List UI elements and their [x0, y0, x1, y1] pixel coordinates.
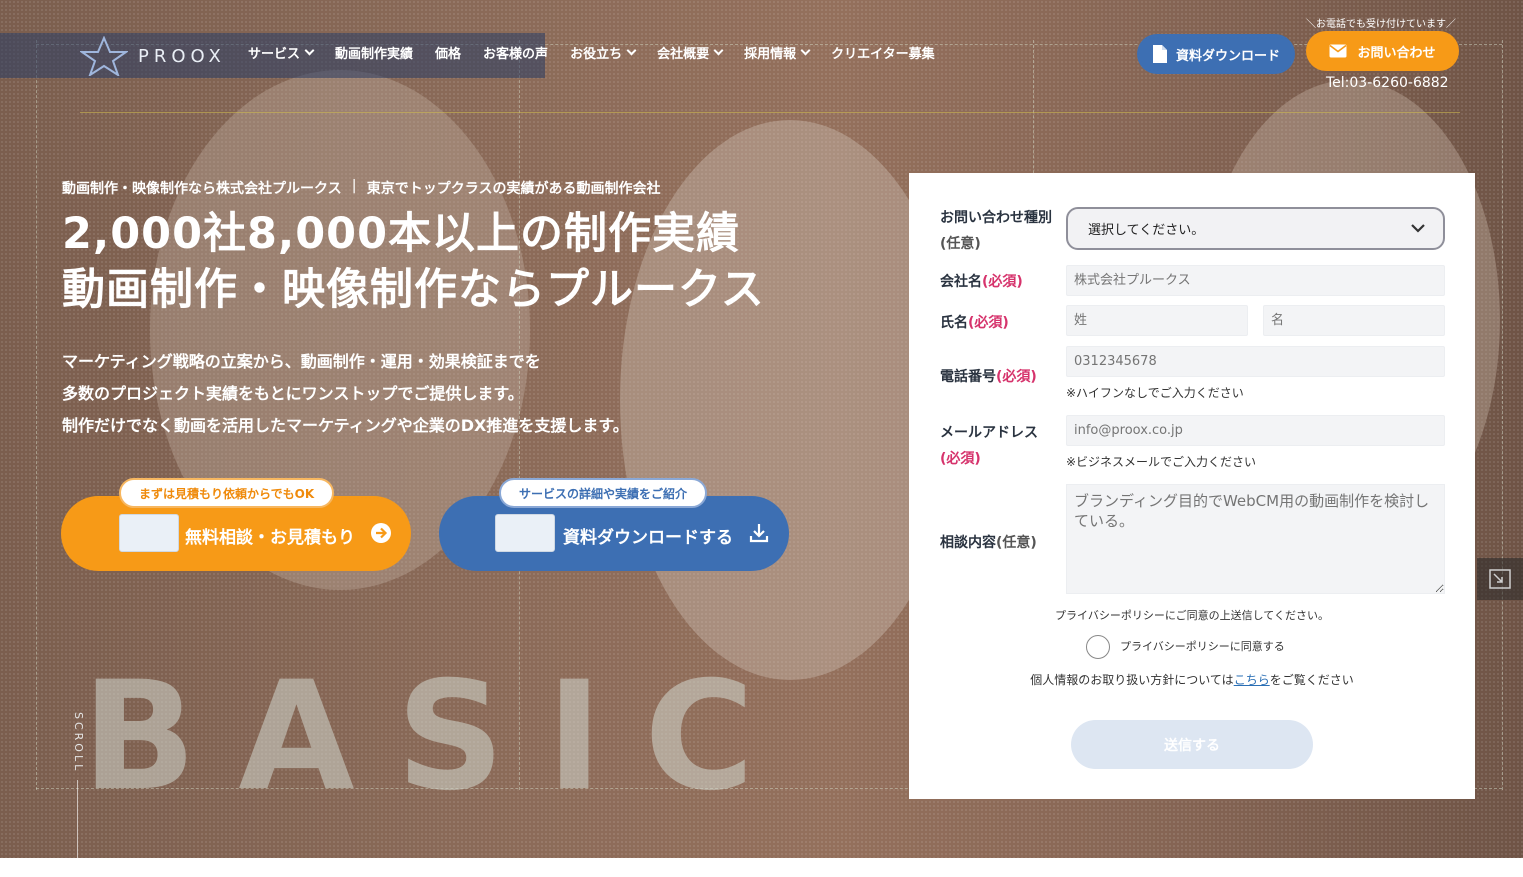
- hero-lead: マーケティング戦略の立案から、動画制作・運用・効果検証までを 多数のプロジェクト…: [62, 346, 629, 442]
- doc-cta-label: 資料ダウンロードする: [563, 528, 733, 548]
- name-label: 氏名(必須): [940, 312, 1009, 332]
- nav-item-label: 動画制作実績: [335, 46, 414, 62]
- message-label-text: 相談内容: [940, 535, 996, 551]
- nav-item-label: サービス: [248, 46, 301, 62]
- policy-line: 個人情報のお取り扱い方針についてはこちらをご覧ください: [909, 671, 1475, 688]
- nav-item-label: クリエイター募集: [831, 46, 935, 62]
- nav-item-works[interactable]: 動画制作実績: [335, 42, 413, 62]
- header-divider: [80, 112, 1460, 113]
- nav-item-label: 採用情報: [744, 46, 797, 62]
- privacy-agree-checkbox[interactable]: [1086, 635, 1110, 659]
- nav-item-label: お客様の声: [483, 46, 549, 62]
- nav-item-service[interactable]: サービス: [248, 42, 315, 62]
- download-icon: [749, 524, 769, 543]
- first-name-input[interactable]: [1263, 305, 1445, 336]
- arrow-right-circle-icon: [371, 523, 391, 543]
- chevron-down-icon: [713, 45, 724, 55]
- lead-line-3: 制作だけでなく動画を活用したマーケティングや企業のDX推進を支援します。: [62, 416, 629, 435]
- optional-mark: (任意): [996, 535, 1037, 551]
- company-label: 会社名(必須): [940, 271, 1023, 291]
- chevron-down-icon: [626, 45, 637, 55]
- eyebrow-left: 動画制作・映像制作なら株式会社プルークス: [62, 181, 342, 197]
- phone-note: ※ハイフンなしでご入力ください: [1066, 386, 1244, 400]
- policy-link[interactable]: こちら: [1234, 673, 1270, 687]
- frame-line: [36, 40, 37, 790]
- scroll-indicator-label: SCROLL: [72, 712, 85, 774]
- inquiry-type-value: 選択してください。: [1088, 223, 1205, 238]
- consult-label: 無料相談・お見積もり: [185, 528, 355, 548]
- background-word: BASIC: [82, 650, 797, 824]
- contact-button[interactable]: お問い合わせ: [1306, 31, 1459, 71]
- download-docs-label: 資料ダウンロード: [1175, 48, 1280, 64]
- chevron-down-icon: [304, 45, 315, 55]
- chevron-down-icon: [800, 45, 811, 55]
- brochure-illustration: [495, 514, 555, 552]
- required-mark: (必須): [982, 274, 1023, 290]
- email-note: ※ビジネスメールでご入力ください: [1066, 455, 1257, 469]
- phone-label: 電話番号(必須): [940, 366, 1037, 386]
- envelope-icon: [1329, 44, 1347, 58]
- global-nav: サービス 動画制作実績 価格 お客様の声 お役立ち 会社概要 採用情報 クリエイ…: [248, 42, 935, 62]
- policy-prefix: 個人情報のお取り扱い方針については: [1030, 673, 1234, 687]
- download-docs-cta-button[interactable]: サービスの詳細や実績をご紹介 資料ダウンロードする: [439, 478, 789, 571]
- download-docs-button[interactable]: 資料ダウンロード: [1137, 34, 1295, 74]
- nav-item-useful[interactable]: お役立ち: [570, 42, 637, 62]
- hero-eyebrow: 動画制作・映像制作なら株式会社プルークス | 東京でトップクラスの実績がある動画…: [62, 178, 660, 198]
- consult-tag: まずは見積もり依頼からでもOK: [119, 478, 335, 508]
- nav-item-label: お役立ち: [570, 46, 623, 62]
- nav-item-company[interactable]: 会社概要: [657, 42, 724, 62]
- chevron-down-icon: [1411, 224, 1425, 233]
- doc-tag: サービスの詳細や実績をご紹介: [499, 478, 708, 508]
- email-label: メールアドレス: [940, 425, 1038, 441]
- required-mark: (必須): [968, 315, 1009, 331]
- nav-item-creator[interactable]: クリエイター募集: [831, 42, 934, 62]
- nav-item-price[interactable]: 価格: [435, 42, 461, 62]
- inquiry-type-label: お問い合わせ種別: [940, 207, 1052, 227]
- message-label: 相談内容(任意): [940, 532, 1037, 552]
- headline-line-1: 2,000社8,000本以上の制作実績: [62, 209, 741, 259]
- document-icon: [1152, 45, 1167, 63]
- required-mark: (必須): [996, 369, 1037, 385]
- privacy-agree-label[interactable]: プライバシーポリシーに同意する: [1120, 638, 1285, 654]
- name-label-text: 氏名: [940, 315, 968, 331]
- message-textarea[interactable]: [1066, 484, 1445, 594]
- last-name-input[interactable]: [1066, 305, 1248, 336]
- phone-number[interactable]: Tel:03-6260-6882: [1326, 75, 1449, 91]
- expand-widget[interactable]: [1477, 558, 1523, 600]
- eyebrow-separator: |: [351, 178, 357, 194]
- expand-icon: [1489, 569, 1511, 589]
- logo-star-icon: [80, 36, 128, 76]
- submit-button[interactable]: 送信する: [1071, 720, 1313, 769]
- frame-line: [1502, 40, 1503, 790]
- nav-item-label: 価格: [435, 46, 462, 62]
- phone-note: ＼お電話でも受け付けています／: [1306, 19, 1456, 30]
- nav-item-label: 会社概要: [657, 46, 710, 62]
- laptop-illustration: [119, 514, 179, 552]
- headline-line-2: 動画制作・映像制作ならプルークス: [62, 265, 765, 315]
- inquiry-type-label-text: お問い合わせ種別: [940, 210, 1052, 226]
- free-consultation-button[interactable]: まずは見積もり依頼からでもOK 無料相談・お見積もり: [61, 478, 411, 571]
- site-logo[interactable]: PROOX: [80, 36, 226, 76]
- contact-form: お問い合わせ種別 (任意) 選択してください。 会社名(必須) 氏名(必須) 電…: [909, 173, 1475, 799]
- lead-line-2: 多数のプロジェクト実績をもとにワンストップでご提供します。: [62, 384, 524, 403]
- company-input[interactable]: [1066, 265, 1445, 296]
- email-required: (必須): [940, 451, 981, 467]
- inquiry-type-select[interactable]: 選択してください。: [1066, 207, 1445, 250]
- nav-item-recruit[interactable]: 採用情報: [744, 42, 811, 62]
- inquiry-type-optional: (任意): [940, 236, 981, 252]
- contact-label: お問い合わせ: [1357, 45, 1436, 61]
- scroll-indicator-line: [77, 780, 78, 858]
- phone-input[interactable]: [1066, 346, 1445, 377]
- email-input[interactable]: [1066, 415, 1445, 446]
- lead-line-1: マーケティング戦略の立案から、動画制作・運用・効果検証までを: [62, 352, 541, 371]
- hero-headline: 2,000社8,000本以上の制作実績 動画制作・映像制作ならプルークス: [62, 206, 765, 318]
- company-label-text: 会社名: [940, 274, 982, 290]
- privacy-instruction: プライバシーポリシーにご同意の上送信してください。: [1055, 609, 1329, 622]
- logo-text: PROOX: [138, 45, 226, 67]
- phone-label-text: 電話番号: [940, 369, 996, 385]
- nav-item-voice[interactable]: お客様の声: [483, 42, 548, 62]
- policy-suffix: をご覧ください: [1269, 673, 1354, 687]
- eyebrow-right: 東京でトップクラスの実績がある動画制作会社: [366, 181, 661, 197]
